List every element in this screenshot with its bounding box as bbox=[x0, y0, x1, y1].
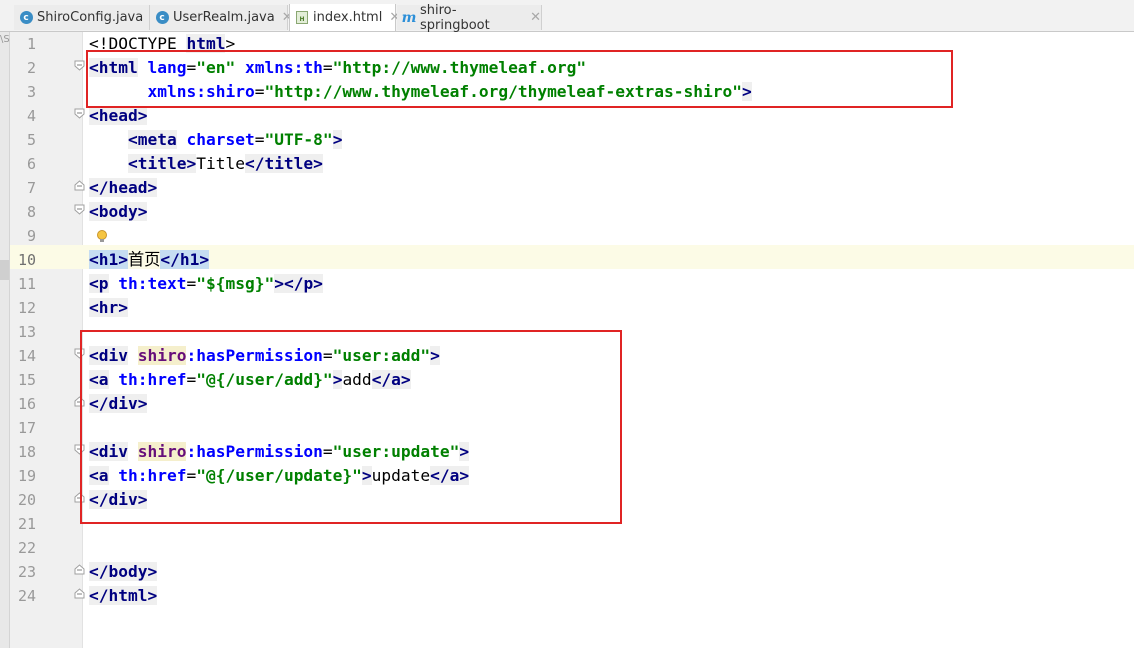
equals: = bbox=[186, 274, 197, 293]
value-th-text: "${msg}" bbox=[196, 274, 275, 293]
line-number[interactable]: 12 bbox=[10, 296, 36, 320]
title-text: Title bbox=[196, 154, 245, 173]
tag-meta: <meta bbox=[127, 130, 177, 149]
code-line-23[interactable]: </body> bbox=[89, 560, 158, 584]
tag-p-open: <p bbox=[89, 274, 109, 293]
tag-hr: <hr> bbox=[89, 298, 128, 317]
code-line-6[interactable]: <title>Title</title> bbox=[89, 152, 323, 176]
line-number[interactable]: 6 bbox=[10, 152, 36, 176]
tab-userrealm[interactable]: c UserRealm.java ✕ bbox=[150, 5, 293, 30]
fold-end-icon[interactable] bbox=[74, 180, 85, 191]
line-number[interactable]: 16 bbox=[10, 392, 36, 416]
left-strip-label: \S bbox=[0, 34, 10, 45]
line-number[interactable]: 22 bbox=[10, 536, 36, 560]
tab-label: UserRealm.java bbox=[173, 10, 275, 25]
line-number[interactable]: 21 bbox=[10, 512, 36, 536]
scroll-marker bbox=[0, 260, 9, 280]
line-number[interactable]: 23 bbox=[10, 560, 36, 584]
tab-label: index.html bbox=[313, 10, 383, 25]
tag-body-close: </body> bbox=[89, 562, 158, 581]
fold-end-icon[interactable] bbox=[74, 588, 85, 599]
fold-end-icon[interactable] bbox=[74, 564, 85, 575]
code-line-12[interactable]: <hr> bbox=[89, 296, 128, 320]
attr-charset: charset bbox=[186, 130, 255, 149]
java-class-icon: c bbox=[19, 11, 33, 25]
line-number[interactable]: 24 bbox=[10, 584, 36, 608]
line-number[interactable]: 11 bbox=[10, 272, 36, 296]
line-number[interactable]: 4 bbox=[10, 104, 36, 128]
tag-title-close: </title> bbox=[244, 154, 323, 173]
code-line-8[interactable]: <body> bbox=[89, 200, 148, 224]
equals: = bbox=[254, 130, 265, 149]
annotation-box-permissions bbox=[80, 330, 622, 524]
line-number[interactable]: 2 bbox=[10, 56, 36, 80]
tab-index-html[interactable]: H index.html ✕ bbox=[289, 4, 400, 31]
lightbulb-icon[interactable] bbox=[96, 229, 108, 245]
fold-icon[interactable] bbox=[74, 204, 85, 215]
line-number[interactable]: 13 bbox=[10, 320, 36, 344]
tag-h1-open: <h1> bbox=[89, 250, 128, 269]
tab-shiro-springboot[interactable]: m shiro-springboot ✕ bbox=[397, 2, 542, 33]
line-number[interactable]: 7 bbox=[10, 176, 36, 200]
editor-tab-bar: c ShiroConfig.java ✕ c UserRealm.java ✕ … bbox=[0, 0, 1134, 33]
line-number[interactable]: 9 bbox=[10, 224, 36, 248]
h1-text: 首页 bbox=[127, 250, 161, 269]
tag-head-close: </head> bbox=[89, 178, 158, 197]
value-charset: "UTF-8" bbox=[264, 130, 333, 149]
tag-title-open: <title> bbox=[127, 154, 197, 173]
tag-html-close: </html> bbox=[89, 586, 158, 605]
line-number[interactable]: 19 bbox=[10, 464, 36, 488]
line-number[interactable]: 8 bbox=[10, 200, 36, 224]
tag-h1-close: </h1> bbox=[160, 250, 210, 269]
code-line-10[interactable]: <h1>首页</h1> bbox=[89, 248, 210, 272]
maven-module-icon: m bbox=[401, 9, 417, 26]
line-number[interactable]: 10 bbox=[10, 248, 36, 272]
code-line-24[interactable]: </html> bbox=[89, 584, 158, 608]
line-number[interactable]: 14 bbox=[10, 344, 36, 368]
line-number[interactable]: 20 bbox=[10, 488, 36, 512]
tag-p-close: ></p> bbox=[274, 274, 323, 293]
attr-th-text: th:text bbox=[118, 274, 187, 293]
html-file-icon: H bbox=[295, 11, 309, 25]
line-number[interactable]: 3 bbox=[10, 80, 36, 104]
tab-label: ShiroConfig.java bbox=[37, 10, 144, 25]
line-number[interactable]: 18 bbox=[10, 440, 36, 464]
tag-head-open: <head> bbox=[89, 106, 148, 125]
code-line-7[interactable]: </head> bbox=[89, 176, 158, 200]
code-line-5[interactable]: <meta charset="UTF-8"> bbox=[89, 128, 343, 152]
line-number[interactable]: 17 bbox=[10, 416, 36, 440]
close-icon[interactable]: ✕ bbox=[530, 11, 541, 24]
line-number[interactable]: 1 bbox=[10, 32, 36, 56]
left-tool-strip: \S bbox=[0, 32, 10, 648]
tab-label: shiro-springboot bbox=[420, 2, 490, 33]
tab-shiroconfig[interactable]: c ShiroConfig.java ✕ bbox=[14, 5, 161, 30]
code-editor[interactable]: \S 1 2 3 4 5 6 7 8 9 10 11 12 13 14 15 16 17 18 19 20 21 22 23… bbox=[0, 32, 1134, 648]
annotation-box-namespace bbox=[86, 50, 953, 108]
tag-close: > bbox=[332, 130, 343, 149]
line-number[interactable]: 5 bbox=[10, 128, 36, 152]
java-class-icon: c bbox=[155, 11, 169, 25]
fold-icon[interactable] bbox=[74, 60, 85, 71]
line-number[interactable]: 15 bbox=[10, 368, 36, 392]
code-line-11[interactable]: <p th:text="${msg}"></p> bbox=[89, 272, 323, 296]
fold-icon[interactable] bbox=[74, 108, 85, 119]
tag-body-open: <body> bbox=[89, 202, 148, 221]
